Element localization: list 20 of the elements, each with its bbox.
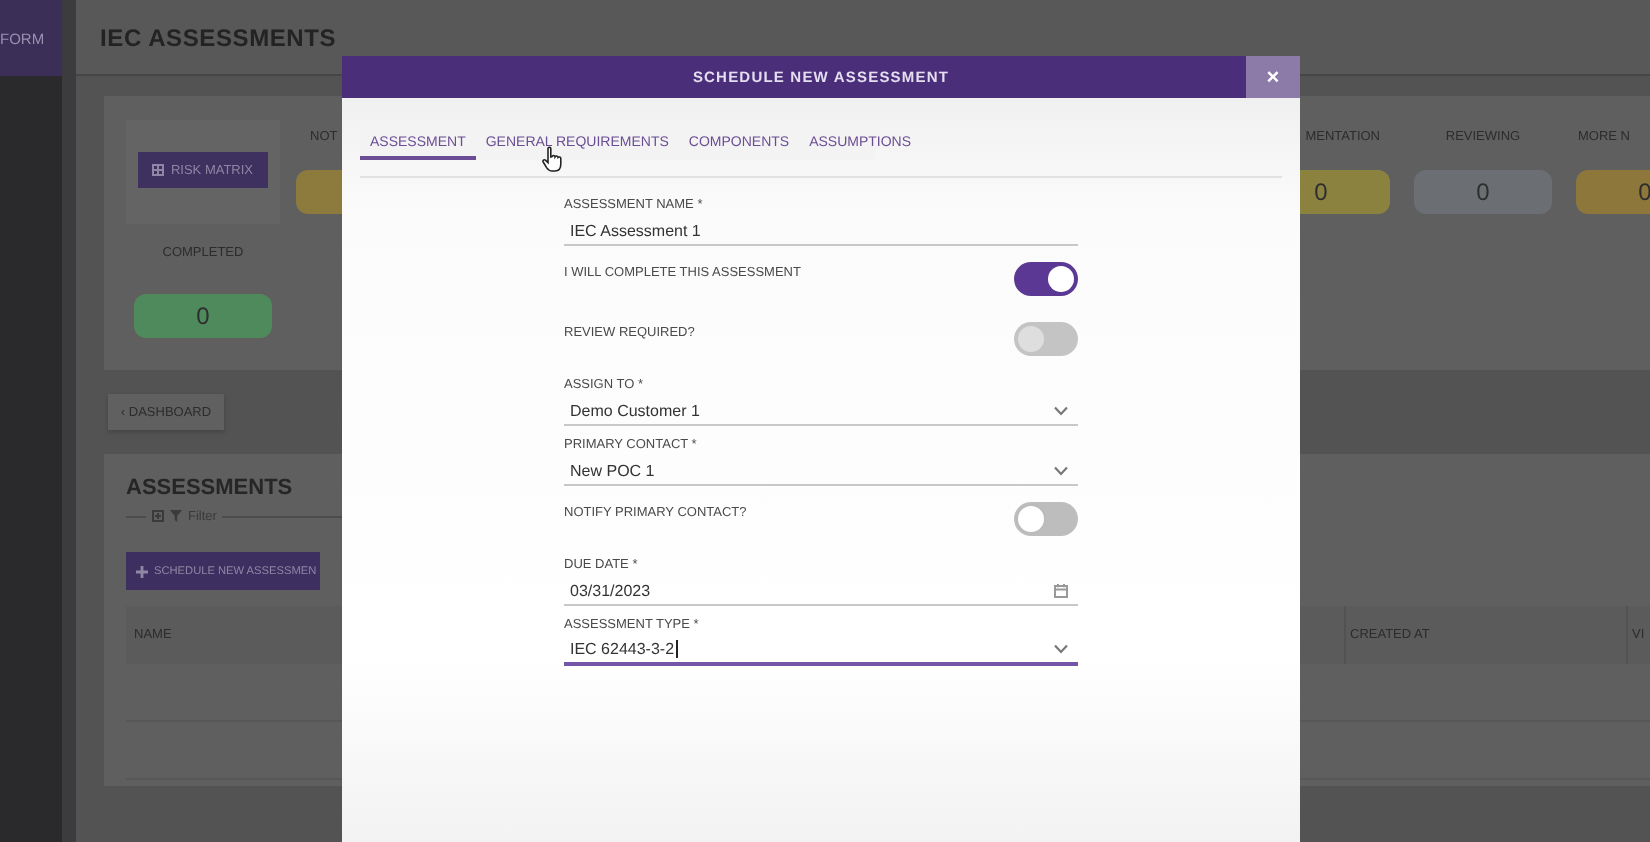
select-field[interactable]: IEC 62443-3-2 [564,636,1078,666]
status-count: 0 [1576,170,1650,214]
chevron-down-icon [1054,465,1068,475]
section-title: ASSESSMENTS [126,474,295,502]
grid-icon [152,164,165,176]
close-button[interactable]: × [1246,56,1300,98]
plus-icon [136,565,148,577]
chevron-down-icon [1054,644,1068,654]
status-count: 0 [1414,170,1552,214]
calendar-icon [1054,583,1068,597]
select-field[interactable]: New POC 1 [564,456,1078,486]
chevron-down-icon [1054,405,1068,415]
date-field[interactable]: 03/31/2023 [564,576,1078,606]
filter-icon [170,510,182,522]
expand-icon[interactable] [152,510,164,522]
toggle-switch[interactable] [1014,502,1078,536]
status-count: 0 [134,294,272,338]
select-field[interactable]: Demo Customer 1 [564,396,1078,426]
toggle-switch[interactable] [1014,262,1078,296]
input-field[interactable]: IEC Assessment 1 [564,216,1078,246]
